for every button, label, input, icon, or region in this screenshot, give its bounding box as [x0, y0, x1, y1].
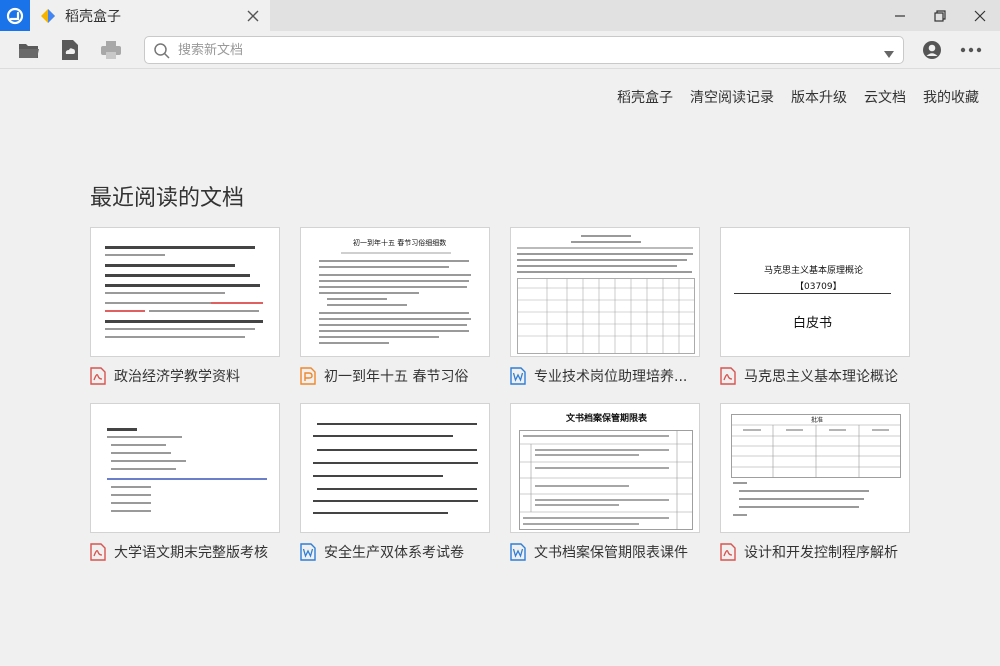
chevron-down-icon[interactable]: [883, 45, 895, 58]
search-icon: [153, 42, 171, 60]
pdf-icon: [720, 543, 736, 561]
word-icon: [300, 543, 316, 561]
doc-name: 设计和开发控制程序解析: [744, 545, 898, 561]
doc-thumbnail[interactable]: 马克思主义基本原理概论 【03709】 白皮书: [720, 227, 910, 357]
doc-thumbnail[interactable]: [300, 403, 490, 533]
print-icon[interactable]: [98, 37, 124, 63]
link-upgrade[interactable]: 版本升级: [791, 87, 847, 107]
doc-card[interactable]: 马克思主义基本原理概论 【03709】 白皮书 马克思主义基本理论概论: [720, 227, 910, 385]
doc-thumbnail[interactable]: [90, 227, 280, 357]
toolbar: [0, 31, 1000, 69]
doc-card[interactable]: 大学语文期末完整版考核: [90, 403, 280, 561]
search-input[interactable]: [178, 40, 858, 60]
doc-card[interactable]: 政治经济学教学资料: [90, 227, 280, 385]
pdf-icon: [720, 367, 736, 385]
doc-name: 文书档案保管期限表课件: [534, 545, 688, 561]
doc-thumbnail[interactable]: [510, 227, 700, 357]
section-title: 最近阅读的文档: [90, 186, 245, 211]
doc-name: 初一到年十五 春节习俗: [324, 369, 469, 385]
doc-name: 马克思主义基本理论概论: [744, 369, 898, 385]
doc-thumbnail[interactable]: 文书档案保管期限表: [510, 403, 700, 533]
doc-card[interactable]: 文书档案保管期限表 文书档案保管期限表课件: [510, 403, 700, 561]
tab-title: 稻壳盒子: [65, 8, 121, 25]
doc-thumbnail[interactable]: 初一到年十五 春节习俗细细数: [300, 227, 490, 357]
doc-card[interactable]: 安全生产双体系考试卷: [300, 403, 490, 561]
tab-daoke-box[interactable]: 稻壳盒子: [30, 0, 270, 31]
app-logo-icon[interactable]: [0, 0, 30, 31]
pdf-icon: [90, 543, 106, 561]
ppt-icon: [300, 367, 316, 385]
doc-name: 大学语文期末完整版考核: [114, 545, 268, 561]
doc-name: 政治经济学教学资料: [114, 369, 240, 385]
restore-button[interactable]: [920, 0, 960, 31]
link-favorites[interactable]: 我的收藏: [923, 87, 979, 107]
word-icon: [510, 367, 526, 385]
link-clear-history[interactable]: 清空阅读记录: [690, 87, 774, 107]
cloud-doc-icon[interactable]: [57, 37, 83, 63]
daoke-logo-icon: [39, 7, 57, 25]
open-folder-icon[interactable]: [16, 37, 42, 63]
search-box[interactable]: [144, 36, 904, 64]
doc-thumbnail[interactable]: 批准: [720, 403, 910, 533]
close-window-button[interactable]: [960, 0, 1000, 31]
link-daoke-box[interactable]: 稻壳盒子: [617, 87, 673, 107]
doc-card[interactable]: 专业技术岗位助理培养...: [510, 227, 700, 385]
doc-card[interactable]: 批准 设计和开发控制程序解析: [720, 403, 910, 561]
link-cloud-docs[interactable]: 云文档: [864, 87, 906, 107]
top-links: 稻壳盒子 清空阅读记录 版本升级 云文档 我的收藏: [617, 87, 979, 107]
word-icon: [510, 543, 526, 561]
pdf-icon: [90, 367, 106, 385]
doc-name: 安全生产双体系考试卷: [324, 545, 464, 561]
doc-name: 专业技术岗位助理培养...: [534, 369, 688, 385]
more-icon[interactable]: [958, 37, 984, 63]
user-avatar-icon[interactable]: [919, 37, 945, 63]
minimize-button[interactable]: [880, 0, 920, 31]
doc-card[interactable]: 初一到年十五 春节习俗细细数 初一到年十五 春节习俗: [300, 227, 490, 385]
tab-bar: 稻壳盒子: [0, 0, 1000, 31]
close-tab-icon[interactable]: [240, 3, 266, 29]
doc-thumbnail[interactable]: [90, 403, 280, 533]
